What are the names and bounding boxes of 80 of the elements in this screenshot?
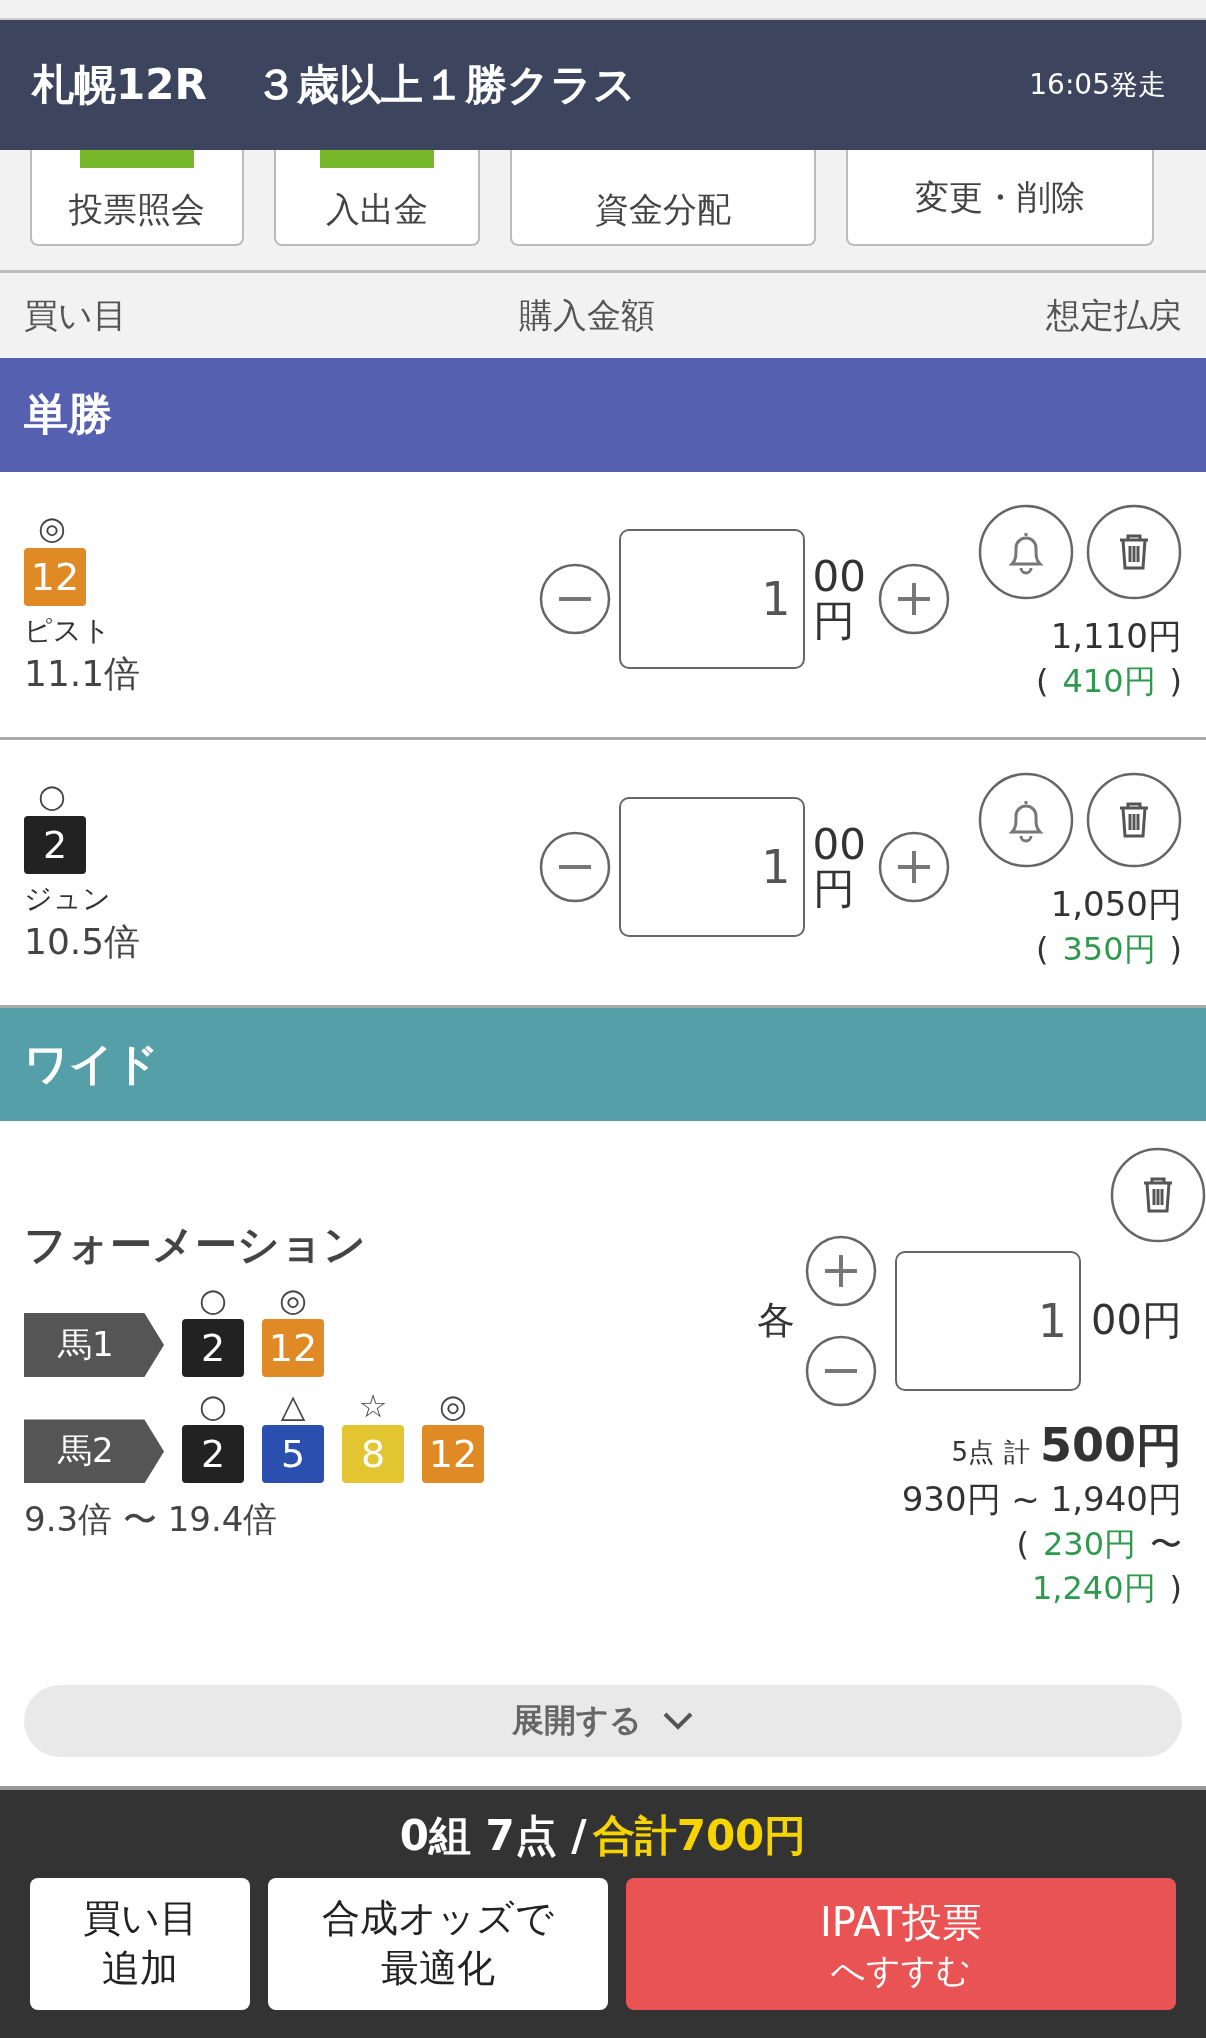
paren: ( (1035, 662, 1049, 700)
horse-number: 12 (24, 547, 86, 606)
amount-field[interactable]: 1 (895, 1250, 1082, 1391)
prediction-mark: ○ (37, 777, 67, 816)
horse-number: 8 (342, 1425, 404, 1484)
odds-range: 9.3倍 〜 19.4倍 (24, 1498, 278, 1542)
range-separator: 〜 (1150, 1523, 1182, 1565)
horse-number: 2 (182, 1319, 244, 1378)
prediction-mark: ○ (199, 1280, 227, 1320)
race-title: 札幌12R (32, 59, 207, 111)
unit-label: 円 (812, 599, 856, 644)
minus-icon[interactable] (538, 563, 611, 635)
trash-icon[interactable] (1086, 504, 1182, 600)
unit-label: 00 (812, 822, 866, 867)
section-title: 単勝 (24, 387, 112, 442)
trash-icon[interactable] (1110, 1146, 1206, 1243)
paren: ( (1035, 930, 1049, 968)
expected-payout: 1,050円 (1050, 883, 1182, 926)
column-header: 購入金額 (518, 293, 655, 337)
toolbar-button[interactable]: 入出金 (274, 150, 480, 246)
paren: ) (1169, 930, 1182, 968)
expand-button[interactable]: 展開する (24, 1685, 1182, 1758)
prediction-mark: ◎ (37, 509, 67, 548)
toolbar-button[interactable]: 資金分配 (510, 150, 816, 246)
minus-icon[interactable] (805, 1334, 878, 1407)
amount-field[interactable]: 1 (618, 797, 805, 937)
summary-total: 合計700円 (592, 1809, 807, 1862)
summary-count: 0組 7点 / (399, 1809, 587, 1862)
expected-profit: 410円 (1062, 661, 1156, 702)
section-title: ワイド (24, 1036, 159, 1091)
horse-number: 2 (182, 1425, 244, 1484)
prediction-mark: ○ (199, 1387, 227, 1426)
expected-payout: 1,110円 (1050, 615, 1182, 658)
expected-profit: 230円 (1042, 1523, 1136, 1565)
toolbar-button[interactable]: 変更・削除 (846, 150, 1154, 246)
horse-number: 5 (262, 1425, 324, 1484)
horse-number: 12 (262, 1319, 324, 1378)
bet-type-title: フォーメーション (24, 1218, 366, 1271)
horse-name: ピスト (24, 612, 111, 649)
expected-profit: 1,240円 (1031, 1567, 1156, 1609)
odds: 11.1倍 (24, 651, 141, 696)
unit-label: 00 (812, 554, 866, 599)
toolbar-button[interactable]: 投票照会 (30, 150, 244, 246)
expected-profit: 350円 (1062, 929, 1156, 970)
odds: 10.5倍 (24, 919, 141, 964)
prediction-mark: ◎ (439, 1387, 467, 1426)
unit-label: 円 (812, 867, 856, 912)
paren: ) (1169, 1568, 1182, 1607)
plus-icon[interactable] (878, 831, 950, 903)
paren: ) (1169, 662, 1182, 700)
total-amount: 500円 (1039, 1416, 1182, 1474)
action-button[interactable]: IPAT投票 へすすむ (626, 1877, 1176, 2010)
prediction-mark: △ (280, 1387, 306, 1426)
prediction-mark: ☆ (358, 1387, 388, 1426)
race-name: ３歳以上１勝クラス (254, 59, 636, 111)
plus-icon[interactable] (805, 1234, 878, 1307)
unit-label: 00円 (1091, 1296, 1182, 1346)
each-label: 各 (757, 1297, 796, 1345)
points-count: 5点 (951, 1435, 994, 1469)
minus-icon[interactable] (538, 831, 611, 903)
column-header: 買い目 (24, 293, 127, 337)
paren: ( (1016, 1524, 1029, 1563)
horse-name: ジュン (24, 880, 111, 917)
action-button[interactable]: 合成オッズで 最適化 (268, 1877, 608, 2010)
plus-icon[interactable] (878, 563, 950, 635)
trash-icon[interactable] (1086, 772, 1182, 868)
horse-number: 12 (422, 1425, 484, 1484)
row-label: 馬1 (24, 1313, 164, 1378)
row-label: 馬2 (24, 1419, 164, 1484)
post-time: 16:05発走 (1029, 67, 1166, 103)
horse-number: 2 (24, 815, 86, 874)
expected-payout: 930円 ~ 1,940円 (901, 1477, 1182, 1521)
chevron-down-icon (662, 1711, 694, 1732)
column-header: 想定払戻 (1046, 293, 1182, 337)
prediction-mark: ◎ (279, 1280, 307, 1320)
amount-field[interactable]: 1 (618, 529, 805, 669)
bell-icon[interactable] (978, 772, 1074, 868)
action-button[interactable]: 買い目 追加 (30, 1877, 250, 2010)
bell-icon[interactable] (978, 504, 1074, 600)
total-label: 計 (1003, 1435, 1030, 1469)
